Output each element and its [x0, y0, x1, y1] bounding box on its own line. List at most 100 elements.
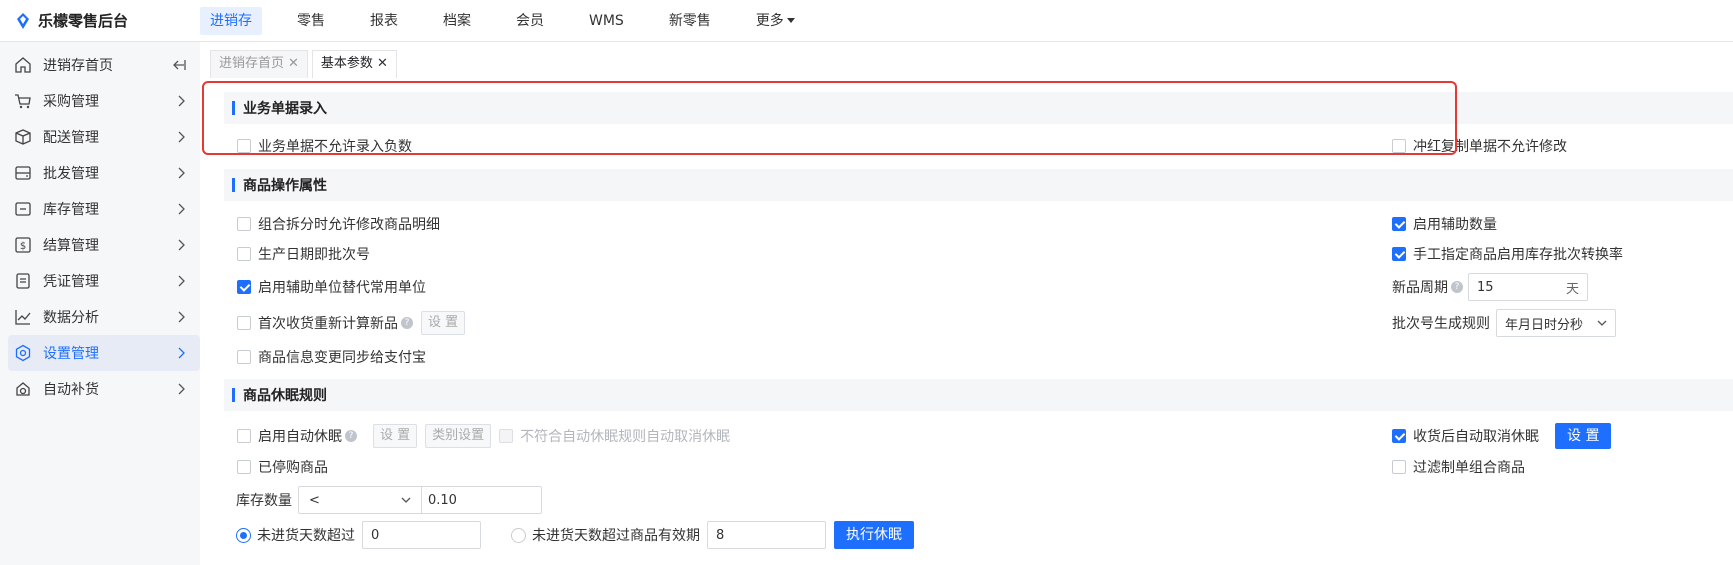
- sidebar-item-label: 设置管理: [43, 346, 99, 362]
- option-label: 不符合自动休眠规则自动取消休眠: [520, 429, 731, 445]
- chevron-right-icon: [178, 239, 185, 251]
- no-receive-expiry-input[interactable]: 8: [707, 521, 826, 549]
- app-title: 乐檬零售后台: [38, 12, 129, 30]
- app-logo[interactable]: 乐檬零售后台: [0, 10, 200, 31]
- batch-rule-row: 批次号生成规则 年月日时分秒: [1392, 309, 1616, 337]
- checkbox-checked[interactable]: [1392, 247, 1406, 261]
- option-sync-alipay[interactable]: 商品信息变更同步给支付宝: [237, 345, 426, 369]
- option-cancel-after-receive[interactable]: 收货后自动取消休眠 设 置: [1392, 423, 1612, 449]
- section-title: 商品休眠规则: [243, 388, 327, 404]
- sidebar-item-voucher[interactable]: 凭证管理: [8, 263, 200, 299]
- sidebar-item-wholesale[interactable]: 批发管理: [8, 155, 200, 191]
- svg-text:$: $: [20, 241, 26, 252]
- radio-selected[interactable]: [236, 527, 251, 543]
- nav-more-label: 更多: [755, 12, 784, 29]
- option-label: 生产日期即批次号: [258, 247, 370, 263]
- nav-dangan[interactable]: 档案: [433, 7, 481, 35]
- sidebar-item-restock[interactable]: 自动补货: [8, 371, 200, 407]
- sidebar-item-settings[interactable]: 设置管理: [8, 335, 200, 371]
- input-value: 0: [371, 527, 380, 543]
- option-label: 未进货天数超过商品有效期: [532, 528, 700, 544]
- nav-baobiao[interactable]: 报表: [360, 7, 408, 35]
- checkbox-checked[interactable]: [1392, 429, 1406, 443]
- new-period-value: 15: [1477, 279, 1494, 295]
- option-label: 启用自动休眠: [258, 429, 342, 445]
- stock-operator-value: <: [309, 492, 320, 508]
- sidebar-item-label: 采购管理: [43, 94, 99, 110]
- help-icon[interactable]: ?: [345, 430, 357, 442]
- sidebar-item-label: 库存管理: [43, 202, 99, 218]
- cancel-dormant-setting-button[interactable]: 设 置: [1555, 423, 1612, 449]
- stock-qty-row: 库存数量 < 0.10: [236, 486, 542, 514]
- logo-icon: [17, 12, 29, 29]
- batch-rule-select[interactable]: 年月日时分秒: [1496, 309, 1616, 337]
- sidebar-item-analysis[interactable]: 数据分析: [8, 299, 200, 335]
- stock-operator-select[interactable]: <: [299, 487, 422, 513]
- page-tabs: 进销存首页 ✕ 基本参数 ✕: [210, 50, 401, 78]
- restock-icon: [16, 382, 30, 396]
- checkbox[interactable]: [237, 217, 251, 231]
- option-stopped-goods[interactable]: 已停购商品: [237, 455, 328, 479]
- close-icon[interactable]: ✕: [288, 56, 299, 71]
- nav-huiyuan[interactable]: 会员: [506, 7, 554, 35]
- stock-qty-label: 库存数量: [236, 493, 292, 509]
- new-period-label: 新品周期: [1392, 280, 1448, 296]
- sidebar-item-delivery[interactable]: 配送管理: [8, 119, 200, 155]
- option-manual-batch-rate[interactable]: 手工指定商品启用库存批次转换率: [1392, 242, 1623, 266]
- category-setting-button[interactable]: 类别设置: [425, 424, 492, 448]
- chevron-right-icon: [178, 275, 185, 287]
- nav-more[interactable]: 更多: [746, 7, 805, 35]
- option-auto-dormant[interactable]: 启用自动休眠 ? 设 置 类别设置 不符合自动休眠规则自动取消休眠: [237, 424, 730, 448]
- sidebar-item-label: 批发管理: [43, 166, 99, 182]
- chevron-right-icon: [178, 95, 185, 107]
- close-icon[interactable]: ✕: [377, 56, 388, 71]
- no-receive-days-row: 未进货天数超过 0 未进货天数超过商品有效期 8 执行休眠: [236, 521, 914, 549]
- dormant-setting-button[interactable]: 设 置: [373, 424, 418, 448]
- checkbox[interactable]: [237, 429, 251, 443]
- tab-basic-params[interactable]: 基本参数 ✕: [311, 50, 397, 78]
- stock-value-input[interactable]: 0.10: [422, 493, 457, 508]
- sidebar-item-purchase[interactable]: 采购管理: [8, 83, 200, 119]
- first-receive-setting-button[interactable]: 设 置: [421, 311, 466, 335]
- checkbox-checked[interactable]: [237, 280, 251, 294]
- option-filter-combo[interactable]: 过滤制单组合商品: [1392, 455, 1525, 479]
- nav-xinlingshou[interactable]: 新零售: [659, 7, 721, 35]
- nav-lingshou[interactable]: 零售: [287, 7, 335, 35]
- inventory-icon: [15, 202, 31, 216]
- sidebar-item-inventory[interactable]: 库存管理: [8, 191, 200, 227]
- nav-jinxiaocun[interactable]: 进销存: [200, 6, 262, 35]
- radio[interactable]: [511, 527, 526, 543]
- settings-icon: [15, 344, 31, 362]
- help-icon[interactable]: ?: [1451, 281, 1463, 293]
- chevron-right-icon: [178, 383, 185, 395]
- help-icon[interactable]: ?: [401, 317, 413, 329]
- sidebar-item-home[interactable]: 进销存首页: [8, 47, 200, 83]
- collapse-icon[interactable]: [172, 59, 186, 71]
- checkbox[interactable]: [1392, 460, 1406, 474]
- option-label: 过滤制单组合商品: [1413, 460, 1525, 476]
- execute-dormant-button[interactable]: 执行休眠: [834, 521, 914, 549]
- new-period-row: 新品周期 ? 15 天: [1392, 273, 1588, 301]
- checkbox[interactable]: [237, 460, 251, 474]
- option-first-receive-recalc[interactable]: 首次收货重新计算新品 ? 设 置: [237, 311, 466, 335]
- checkbox[interactable]: [237, 316, 251, 330]
- tab-home[interactable]: 进销存首页 ✕: [210, 50, 308, 78]
- checkbox-disabled[interactable]: [499, 429, 514, 443]
- option-enable-aux-qty[interactable]: 启用辅助数量: [1392, 212, 1497, 236]
- section-title: 商品操作属性: [243, 178, 327, 194]
- checkbox[interactable]: [237, 350, 251, 364]
- top-bar: 乐檬零售后台 进销存 零售 报表 档案 会员 WMS 新零售 更多: [0, 0, 1733, 42]
- nav-wms[interactable]: WMS: [579, 7, 634, 35]
- highlight-box: [202, 81, 1457, 155]
- server-icon: [15, 166, 31, 180]
- sidebar-item-settlement[interactable]: $ 结算管理: [8, 227, 200, 263]
- checkbox-checked[interactable]: [1392, 217, 1406, 231]
- tab-label: 进销存首页: [219, 56, 285, 71]
- option-prod-date-batch[interactable]: 生产日期即批次号: [237, 242, 370, 266]
- no-receive-days-input[interactable]: 0: [362, 521, 481, 549]
- option-label: 已停购商品: [258, 460, 328, 476]
- new-period-input[interactable]: 15 天: [1468, 273, 1588, 301]
- option-aux-unit-replace[interactable]: 启用辅助单位替代常用单位: [237, 275, 426, 299]
- option-allow-modify-detail[interactable]: 组合拆分时允许修改商品明细: [237, 212, 440, 236]
- checkbox[interactable]: [237, 247, 251, 261]
